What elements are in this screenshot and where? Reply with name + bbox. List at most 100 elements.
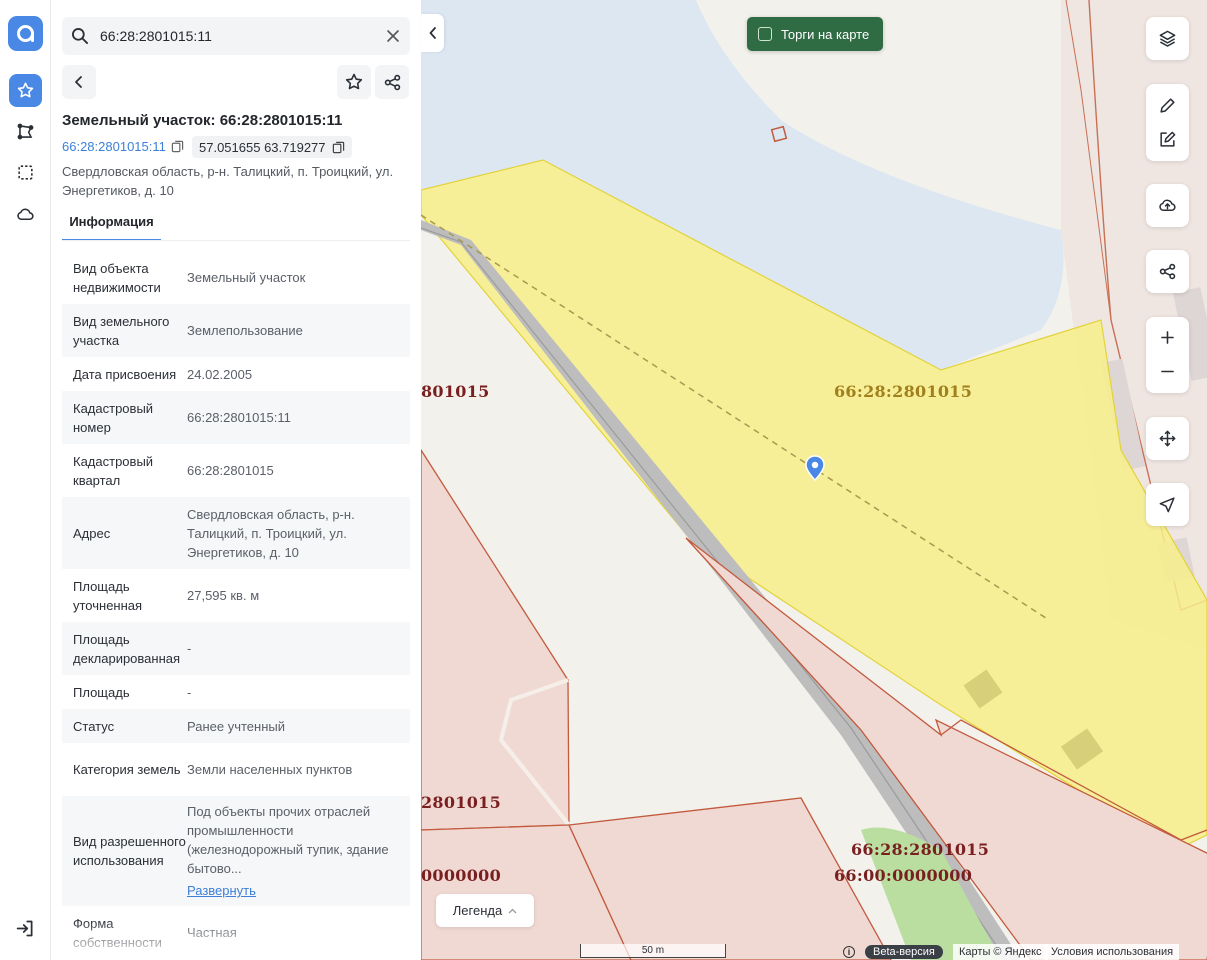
table-row: Вид объекта недвижимости Земельный участ…: [62, 251, 410, 304]
row-value: Землепользование: [187, 323, 303, 338]
row-key: Площадь декларированная: [73, 631, 181, 666]
favorites-star-icon[interactable]: [9, 74, 42, 107]
table-row: Адрес Свердловская область, р-н. Талицки…: [62, 497, 410, 569]
table-row: Площадь уточненная 27,595 кв. м: [62, 569, 410, 622]
row-value: -: [187, 641, 192, 656]
star-icon: [345, 73, 363, 90]
clear-search-icon[interactable]: [386, 29, 400, 43]
table-row: Площадь -: [62, 675, 410, 709]
layers-button[interactable]: [1146, 17, 1189, 60]
share-button[interactable]: [375, 65, 409, 99]
terms-link[interactable]: Условия использования: [1045, 944, 1180, 960]
row-key: Кадастровый номер: [73, 400, 154, 435]
row-value: 24.02.2005: [187, 366, 253, 382]
row-value: Под объекты прочих отраслей промышленнос…: [187, 804, 389, 876]
polygon-tool-icon[interactable]: [9, 115, 42, 148]
chevron-left-icon: [429, 27, 436, 39]
row-value: Ранее учтенный: [187, 718, 285, 734]
edit-icon: [1160, 131, 1176, 147]
legend-label: Легенда: [452, 903, 503, 918]
legend-button[interactable]: Легенда: [436, 894, 534, 927]
scale-bar: 50 m: [580, 944, 726, 958]
tab-information[interactable]: Информация: [62, 210, 161, 241]
location-pin-icon[interactable]: [804, 455, 826, 481]
object-info-panel: 66:28:2801015:11 Земельный участок: 66:2…: [51, 0, 421, 960]
map-canvas[interactable]: 801015 66:28:2801015 2801015 0000000 66:…: [421, 0, 1207, 960]
row-key: Вид разрешенного использования: [73, 834, 186, 868]
row-key: Площадь уточненная: [73, 578, 143, 613]
zoom-out-button[interactable]: [1146, 354, 1189, 388]
table-row: Вид земельного участка Землепользование: [62, 304, 410, 357]
info-icon[interactable]: i: [843, 946, 855, 958]
row-key: Вид земельного участка: [73, 313, 170, 348]
scroll-fade: [51, 920, 421, 960]
logout-icon[interactable]: [15, 918, 36, 939]
left-rail: [0, 0, 51, 960]
tab-divider: [62, 240, 410, 241]
cad-label-bottom-1: 66:28:2801015: [851, 840, 990, 859]
row-value: Земли населенных пунктов: [187, 762, 353, 777]
row-key: Кадастровый квартал: [73, 453, 154, 488]
row-key: Площадь: [73, 684, 130, 700]
plus-icon: [1161, 330, 1174, 344]
row-value: Земельный участок: [187, 270, 306, 285]
beta-badge: Beta-версия: [865, 945, 943, 959]
selection-area-icon[interactable]: [9, 156, 42, 189]
auctions-label: Торги на карте: [781, 26, 870, 42]
search-bar[interactable]: 66:28:2801015:11: [62, 17, 410, 55]
object-address: Свердловская область, р-н. Талицкий, п. …: [62, 164, 394, 198]
cad-number-copy[interactable]: 66:28:2801015:11: [62, 139, 184, 154]
cad-label-bottom-2: 66:00:0000000: [834, 866, 973, 885]
zoom-in-button[interactable]: [1146, 320, 1189, 354]
row-value: 27,595 кв. м: [187, 588, 260, 603]
cad-label-left-top: 801015: [421, 382, 490, 401]
zoom-controls: [1146, 317, 1189, 393]
info-table: Вид объекта недвижимости Земельный участ…: [62, 251, 410, 959]
cloud-icon[interactable]: [9, 198, 42, 231]
cloud-upload-icon: [1159, 199, 1176, 211]
pan-button[interactable]: [1146, 417, 1189, 460]
row-value: -: [187, 684, 192, 700]
table-row: Дата присвоения 24.02.2005: [62, 357, 410, 391]
map-share-button[interactable]: [1146, 250, 1189, 293]
cad-label-left-mid: 2801015: [421, 793, 502, 812]
upload-button[interactable]: [1146, 184, 1189, 227]
back-button[interactable]: [62, 65, 96, 99]
share-icon: [1159, 263, 1176, 279]
auctions-checkbox[interactable]: [758, 27, 772, 41]
coordinates-copy[interactable]: 57.051655 63.719277: [192, 136, 352, 158]
row-value-container: Под объекты прочих отраслей промышленнос…: [187, 796, 410, 906]
cad-label-left-bottom: 0000000: [421, 866, 502, 885]
copy-icon[interactable]: [171, 140, 184, 153]
search-input[interactable]: 66:28:2801015:11: [100, 28, 212, 44]
cad-number-link[interactable]: 66:28:2801015:11: [62, 139, 166, 154]
share-icon: [384, 74, 400, 90]
search-icon: [72, 28, 89, 44]
ruler-button[interactable]: [1146, 88, 1189, 122]
table-row: Категория земель Земли населенных пункто…: [62, 743, 410, 796]
add-favorite-button[interactable]: [337, 65, 371, 99]
chevron-left-icon: [75, 76, 82, 88]
table-row: Площадь декларированная -: [62, 622, 410, 675]
app-logo-icon[interactable]: [8, 16, 43, 51]
row-key: Дата присвоения: [73, 366, 177, 382]
copyright-link[interactable]: Карты © Яндекс: [953, 944, 1048, 960]
table-row: Кадастровый квартал 66:28:2801015: [62, 444, 410, 497]
row-value: Свердловская область, р-н. Талицкий, п. …: [187, 506, 355, 560]
row-key: Категория земель: [73, 762, 181, 777]
copy-icon[interactable]: [332, 141, 345, 154]
row-value: 66:28:2801015: [187, 463, 274, 478]
expand-link[interactable]: Развернуть: [187, 881, 256, 900]
edit-button[interactable]: [1146, 122, 1189, 156]
collapse-panel-button[interactable]: [421, 14, 444, 52]
row-value: 66:28:2801015:11: [187, 410, 291, 425]
minus-icon: [1161, 370, 1174, 372]
map-footer: 50 m i Beta-версия Карты © Яндекс Услови…: [421, 944, 1207, 960]
draw-tools-group: [1146, 84, 1189, 161]
cad-label-center: 66:28:2801015: [834, 382, 973, 401]
page-title: Земельный участок: 66:28:2801015:11: [62, 112, 343, 129]
layers-icon: [1159, 30, 1176, 47]
geolocation-button[interactable]: [1146, 483, 1189, 526]
table-row: Кадастровый номер 66:28:2801015:11: [62, 391, 410, 444]
auctions-toggle[interactable]: Торги на карте: [747, 17, 883, 51]
